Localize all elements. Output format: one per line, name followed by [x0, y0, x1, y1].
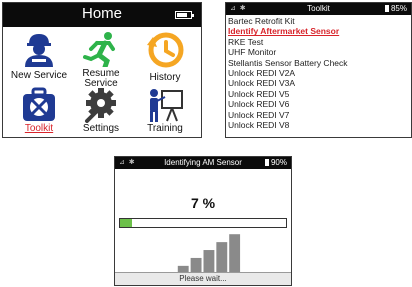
- identify-status-bar: ⊿ ✱ Identifying AM Sensor 90%: [115, 157, 291, 169]
- toolkit-menu-item[interactable]: Unlock REDI V8: [228, 120, 409, 130]
- toolkit-title: Toolkit: [307, 4, 330, 13]
- status-bar-bottom: Please wait...: [115, 272, 291, 285]
- battery-icon: [264, 159, 269, 166]
- running-man-icon: [71, 31, 131, 67]
- toolkit-screen: ⊿ ✱ Toolkit 85% Bartec Retrofit Kit Ident…: [225, 2, 412, 138]
- toolkit-status-bar: ⊿ ✱ Toolkit 85%: [226, 3, 411, 15]
- battery-indicator: 85%: [384, 3, 407, 15]
- home-title: Home: [81, 5, 122, 22]
- toolkit-menu-item[interactable]: Stellantis Sensor Battery Check: [228, 58, 409, 68]
- toolkit-menu-item[interactable]: Unlock REDI V7: [228, 110, 409, 120]
- trainer-icon: [135, 87, 195, 123]
- tile-label: History: [149, 72, 181, 83]
- battery-icon: [175, 11, 194, 19]
- signal-bar: [203, 250, 215, 274]
- gears-icon: [71, 87, 131, 123]
- tile-settings[interactable]: Settings: [71, 87, 131, 137]
- toolkit-menu-item[interactable]: Unlock REDI V3A: [228, 78, 409, 88]
- technician-icon: [9, 31, 69, 67]
- battery-fill: [177, 13, 188, 17]
- tile-resume-service[interactable]: Resume Service: [71, 31, 131, 89]
- clock-history-icon: [135, 31, 195, 68]
- home-screen: Home New Service Resume Service History …: [2, 2, 202, 138]
- battery-percent: 90%: [270, 158, 287, 167]
- toolkit-menu-item[interactable]: UHF Monitor: [228, 47, 409, 57]
- progress-bar: [119, 218, 287, 228]
- battery-percent: 85%: [390, 4, 407, 13]
- battery-indicator: 90%: [264, 157, 287, 169]
- toolkit-menu-item[interactable]: Bartec Retrofit Kit: [228, 16, 409, 26]
- progress-fill: [120, 219, 132, 227]
- toolkit-menu-item[interactable]: RKE Test: [228, 37, 409, 47]
- toolkit-menu-item[interactable]: Unlock REDI V5: [228, 89, 409, 99]
- signal-strength-icon: [177, 234, 241, 274]
- battery-icon: [384, 5, 389, 12]
- tile-toolkit[interactable]: Toolkit: [9, 87, 69, 137]
- toolkit-menu-item[interactable]: Unlock REDI V6: [228, 99, 409, 109]
- tile-label: Training: [147, 123, 183, 134]
- progress-percent-text: 7 %: [190, 195, 216, 211]
- signal-bar: [216, 242, 228, 274]
- tile-training[interactable]: Training: [135, 87, 195, 137]
- toolkit-menu-item[interactable]: Identify Aftermarket Sensor: [228, 26, 409, 36]
- toolkit-menu-list: Bartec Retrofit Kit Identify Aftermarket …: [228, 16, 409, 130]
- tile-history[interactable]: History: [135, 31, 195, 83]
- tile-label: Resume Service: [65, 69, 137, 89]
- tile-new-service[interactable]: New Service: [9, 31, 69, 83]
- toolkit-menu-item[interactable]: Unlock REDI V2A: [228, 68, 409, 78]
- signal-bar: [229, 234, 241, 274]
- home-title-bar: Home: [3, 3, 201, 27]
- toolkit-icon: [9, 87, 69, 123]
- tile-label: Settings: [82, 123, 120, 134]
- status-text: Please wait...: [179, 274, 227, 283]
- identify-sensor-screen: ⊿ ✱ Identifying AM Sensor 90% 7 % Please…: [114, 156, 292, 286]
